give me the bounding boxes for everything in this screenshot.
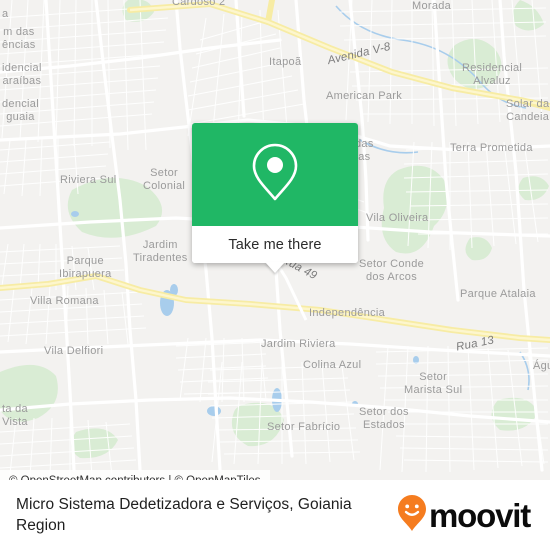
map-viewport[interactable]: a m das ências idencial araíbas dencial … bbox=[0, 0, 550, 480]
take-me-there-label: Take me there bbox=[228, 236, 322, 253]
map-screen: a m das ências idencial araíbas dencial … bbox=[0, 0, 550, 550]
footer-bar: Micro Sistema Dedetizadora e Serviços, G… bbox=[0, 480, 550, 550]
map-attribution[interactable]: © OpenStreetMap contributors | © OpenMap… bbox=[0, 470, 270, 480]
take-me-there-button[interactable]: Take me there bbox=[192, 226, 358, 263]
location-callout-card[interactable]: Take me there bbox=[192, 123, 358, 273]
moovit-wordmark: moovit bbox=[429, 496, 531, 534]
place-title: Micro Sistema Dedetizadora e Serviços, G… bbox=[16, 496, 352, 534]
moovit-logo[interactable]: moovit bbox=[397, 494, 536, 537]
map-pin-icon bbox=[250, 141, 300, 208]
callout-marker-area bbox=[192, 123, 358, 226]
callout-pointer-tail bbox=[265, 262, 285, 273]
moovit-smiley-pin-icon bbox=[397, 494, 427, 537]
